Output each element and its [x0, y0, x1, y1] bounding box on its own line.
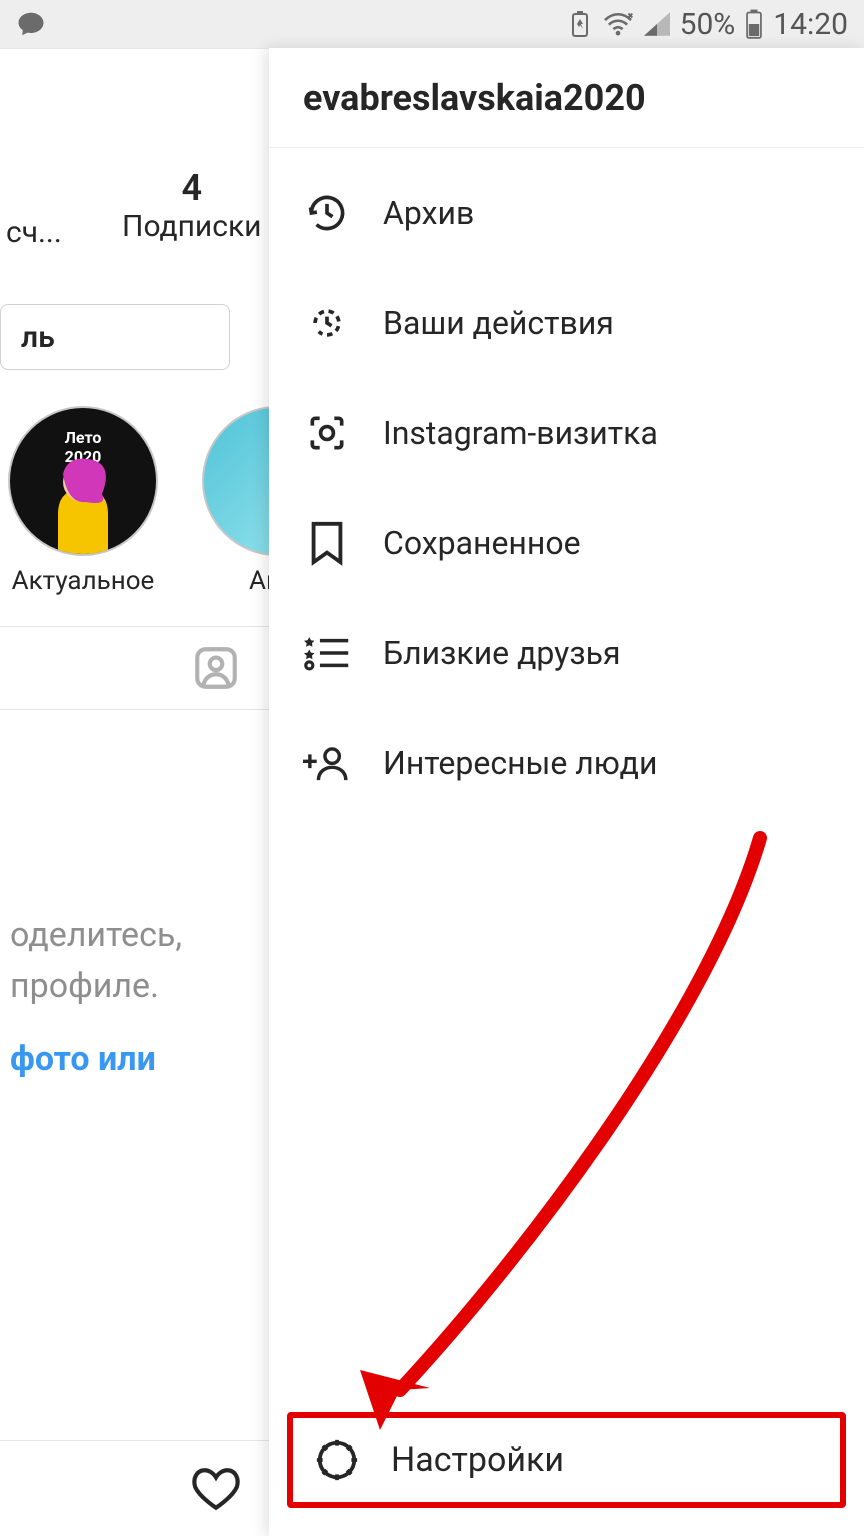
drawer-menu: Архив Ваши действия Instagram-визитка Со…: [269, 148, 864, 1412]
recycle-battery-icon: [568, 10, 592, 38]
tagged-icon: [191, 643, 241, 693]
settings-label: Настройки: [391, 1440, 564, 1480]
menu-activity[interactable]: Ваши действия: [269, 268, 864, 378]
status-bar: 50% 14:20: [0, 0, 864, 48]
bookmark-icon: [301, 517, 353, 569]
share-photo-link[interactable]: фото или: [10, 1039, 156, 1079]
nametag-icon: [301, 407, 353, 459]
chat-bubble-icon: [16, 9, 46, 39]
menu-label: Близкие друзья: [383, 634, 832, 672]
discover-people-icon: [301, 737, 353, 789]
clock-time: 14:20: [773, 7, 848, 42]
battery-percent: 50%: [680, 7, 736, 42]
stat-truncated: сч...: [0, 167, 62, 250]
menu-archive[interactable]: Архив: [269, 158, 864, 268]
menu-label: Ваши действия: [383, 304, 832, 342]
menu-settings[interactable]: Настройки: [287, 1412, 846, 1508]
side-drawer: evabreslavskaia2020 Архив Ваши действия …: [269, 48, 864, 1536]
menu-label: Instagram-визитка: [383, 414, 832, 452]
gear-icon: [311, 1434, 363, 1486]
menu-nametag[interactable]: Instagram-визитка: [269, 378, 864, 488]
history-icon: [301, 187, 353, 239]
wifi-icon: [602, 11, 634, 37]
highlight-label: Актуальное: [0, 566, 166, 596]
battery-icon: [745, 9, 763, 39]
menu-close-friends[interactable]: Близкие друзья: [269, 598, 864, 708]
heart-icon: [191, 1466, 241, 1512]
signal-icon: [644, 12, 670, 36]
highlight-item[interactable]: Лето 2020 Актуальное: [0, 406, 166, 596]
drawer-username: evabreslavskaia2020: [303, 77, 646, 119]
person-illustration: [38, 454, 128, 554]
menu-saved[interactable]: Сохраненное: [269, 488, 864, 598]
edit-profile-button[interactable]: ль: [0, 304, 230, 370]
activity-icon: [301, 297, 353, 349]
menu-label: Интересные люди: [383, 744, 832, 782]
menu-label: Сохраненное: [383, 524, 832, 562]
menu-label: Архив: [383, 194, 832, 232]
drawer-header: evabreslavskaia2020: [269, 48, 864, 148]
highlight-cover: Лето 2020: [8, 406, 158, 556]
close-friends-icon: [301, 627, 353, 679]
menu-discover-people[interactable]: Интересные люди: [269, 708, 864, 818]
edit-profile-label: ль: [21, 320, 55, 355]
